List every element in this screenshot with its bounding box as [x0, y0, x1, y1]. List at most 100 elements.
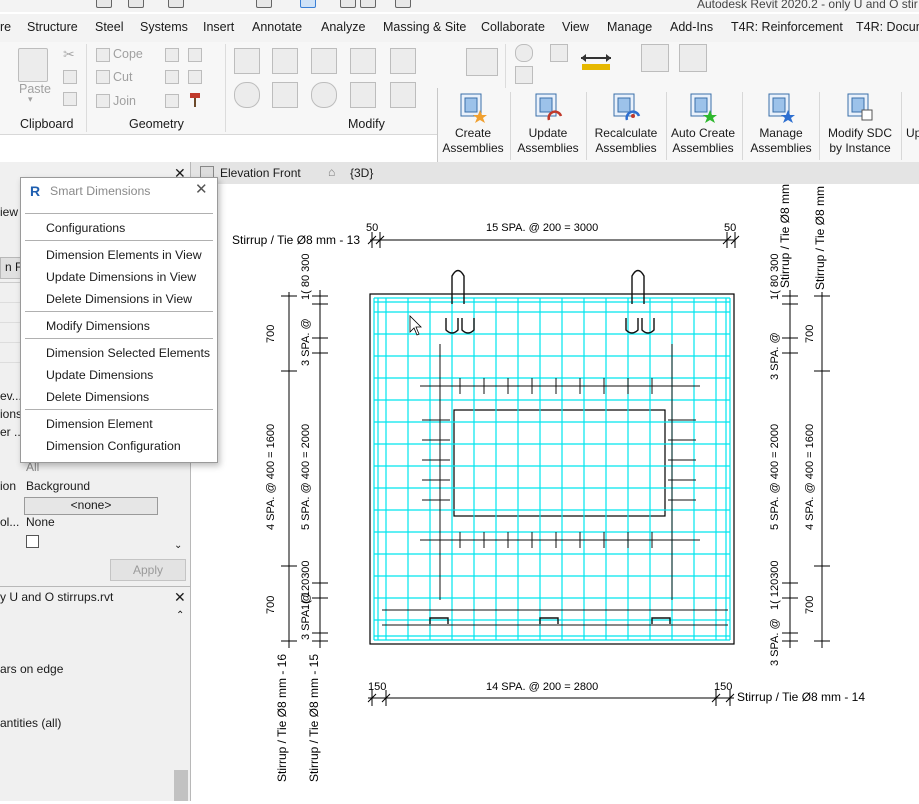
- modify-panel-label: Modify: [348, 117, 385, 131]
- smart-dimensions-menu: R Smart Dimensions ✕ Configurations Dime…: [20, 177, 218, 463]
- tab-analyze[interactable]: Analyze: [321, 20, 365, 34]
- menu-item-delete-dimensions-in-view[interactable]: Delete Dimensions in View: [46, 292, 192, 306]
- array-icon[interactable]: [390, 82, 416, 108]
- title-bar: Autodesk Revit 2020.2 - only U and O sti…: [0, 0, 919, 12]
- property-value[interactable]: None: [26, 515, 55, 529]
- tab-t4r-documentation[interactable]: T4R: Docum: [856, 20, 919, 34]
- pin-icon[interactable]: [466, 48, 498, 76]
- geometry-tool-icon[interactable]: [165, 94, 179, 108]
- tab-elevation-front[interactable]: Elevation Front: [220, 166, 301, 180]
- paste-icon[interactable]: [18, 48, 48, 82]
- view-icon[interactable]: [515, 66, 533, 84]
- menu-item-dimension-selected-elements[interactable]: Dimension Selected Elements: [46, 346, 210, 360]
- quick-access-icon[interactable]: [300, 0, 316, 8]
- menu-item-dimension-elements-in-view[interactable]: Dimension Elements in View: [46, 248, 202, 262]
- geometry-tool-icon[interactable]: [188, 48, 202, 62]
- paste-button[interactable]: Paste: [19, 82, 51, 96]
- quick-access-icon[interactable]: [340, 0, 356, 8]
- geometry-tool-icon[interactable]: [165, 70, 179, 84]
- browser-item[interactable]: ars on edge: [0, 662, 63, 676]
- tab-collaborate[interactable]: Collaborate: [481, 20, 545, 34]
- scrollbar-thumb[interactable]: [174, 770, 188, 801]
- tab-view[interactable]: View: [562, 20, 589, 34]
- match-properties-icon[interactable]: [63, 92, 77, 106]
- close-project-browser-icon[interactable]: ✕: [174, 589, 186, 606]
- quick-access-icon[interactable]: [168, 0, 184, 8]
- modify-sdc-by-instance-button[interactable]: Modify SDC by Instance: [824, 92, 896, 156]
- menu-item-dimension-configuration[interactable]: Dimension Configuration: [46, 439, 181, 453]
- rotate-icon[interactable]: [311, 82, 337, 108]
- update-more-label: Up: [906, 126, 919, 140]
- join-button[interactable]: Join: [113, 94, 136, 108]
- view-tabs-bar: Elevation Front ⌂ {3D}: [190, 162, 919, 184]
- quick-access-icon[interactable]: [360, 0, 376, 8]
- align-icon[interactable]: [234, 48, 260, 74]
- geometry-tool-icon[interactable]: [188, 70, 202, 84]
- property-checkbox[interactable]: [26, 535, 39, 548]
- cope-icon[interactable]: [96, 48, 110, 62]
- tab-systems[interactable]: Systems: [140, 20, 188, 34]
- paste-dropdown-icon[interactable]: ▾: [28, 94, 33, 105]
- tab-steel[interactable]: Steel: [95, 20, 124, 34]
- auto-create-assemblies-button[interactable]: Auto Create Assemblies: [670, 92, 736, 156]
- join-icon[interactable]: [96, 94, 110, 108]
- modify-sdc-label: by Instance: [829, 141, 891, 155]
- tab-t4r-reinforcement[interactable]: T4R: Reinforcement: [731, 20, 843, 34]
- mirror-axis-icon[interactable]: [311, 48, 337, 74]
- bottom-left-dim: 150: [368, 681, 386, 693]
- tab-massing-site[interactable]: Massing & Site: [383, 20, 466, 34]
- tab-manage[interactable]: Manage: [607, 20, 652, 34]
- browser-item[interactable]: antities (all): [0, 716, 61, 730]
- menu-item-update-dimensions-in-view[interactable]: Update Dimensions in View: [46, 270, 196, 284]
- left-outer-dim: 4 SPA. @ 400 = 1600: [265, 424, 277, 530]
- update-more-button[interactable]: Up: [906, 92, 919, 141]
- cut-clipboard-icon[interactable]: ✂: [63, 47, 77, 61]
- menu-item-update-dimensions[interactable]: Update Dimensions: [46, 368, 153, 382]
- close-popup-icon[interactable]: ✕: [195, 180, 208, 198]
- tab-3d[interactable]: {3D}: [350, 166, 373, 180]
- apply-button[interactable]: Apply: [110, 559, 186, 581]
- create-view-icon[interactable]: [641, 44, 669, 72]
- quick-access-icon[interactable]: [96, 0, 112, 8]
- menu-item-configurations[interactable]: Configurations: [46, 221, 125, 235]
- property-value[interactable]: Background: [26, 479, 90, 493]
- none-button[interactable]: <none>: [24, 497, 158, 515]
- split-icon[interactable]: [390, 48, 416, 74]
- copy-icon[interactable]: [63, 70, 77, 84]
- quick-access-icon[interactable]: [128, 0, 144, 8]
- scroll-up-icon[interactable]: ⌃: [176, 610, 184, 621]
- cut-geometry-icon[interactable]: [96, 70, 110, 84]
- ruler-icon[interactable]: [582, 64, 610, 70]
- create-view-icon[interactable]: [679, 44, 707, 72]
- quick-access-icon[interactable]: [256, 0, 272, 8]
- demolish-hammer-icon[interactable]: [188, 92, 200, 107]
- drawing-canvas[interactable]: Stirrup / Tie Ø8 mm - 13 50 15 SPA. @ 20…: [191, 184, 919, 801]
- cope-button[interactable]: Cope: [113, 47, 143, 61]
- quick-access-icon[interactable]: [395, 0, 411, 8]
- cut-button[interactable]: Cut: [113, 70, 132, 84]
- property-label: ions: [0, 407, 23, 421]
- mirror-draw-icon[interactable]: [350, 48, 376, 74]
- move-icon[interactable]: [234, 82, 260, 108]
- update-assemblies-button[interactable]: Update Assemblies: [516, 92, 580, 156]
- tab-annotate[interactable]: Annotate: [252, 20, 302, 34]
- recalculate-assemblies-button[interactable]: Recalculate Assemblies: [591, 92, 661, 156]
- menu-item-delete-dimensions[interactable]: Delete Dimensions: [46, 390, 149, 404]
- tab-add-ins[interactable]: Add-Ins: [670, 20, 713, 34]
- tab-structure[interactable]: Structure: [27, 20, 78, 34]
- view-icon[interactable]: [515, 44, 533, 62]
- scroll-down-icon[interactable]: ⌄: [174, 540, 182, 551]
- copy-modify-icon[interactable]: [272, 82, 298, 108]
- top-right-dim: 50: [724, 222, 736, 234]
- geometry-tool-icon[interactable]: [165, 48, 179, 62]
- menu-item-modify-dimensions[interactable]: Modify Dimensions: [46, 319, 150, 333]
- tab-architecture[interactable]: re: [0, 20, 11, 34]
- trim-icon[interactable]: [350, 82, 376, 108]
- view-icon[interactable]: [550, 44, 568, 62]
- tab-insert[interactable]: Insert: [203, 20, 234, 34]
- measure-icon[interactable]: [580, 52, 612, 62]
- menu-item-dimension-element[interactable]: Dimension Element: [46, 417, 153, 431]
- create-assemblies-button[interactable]: Create Assemblies: [442, 92, 504, 156]
- offset-icon[interactable]: [272, 48, 298, 74]
- manage-assemblies-button[interactable]: Manage Assemblies: [748, 92, 814, 156]
